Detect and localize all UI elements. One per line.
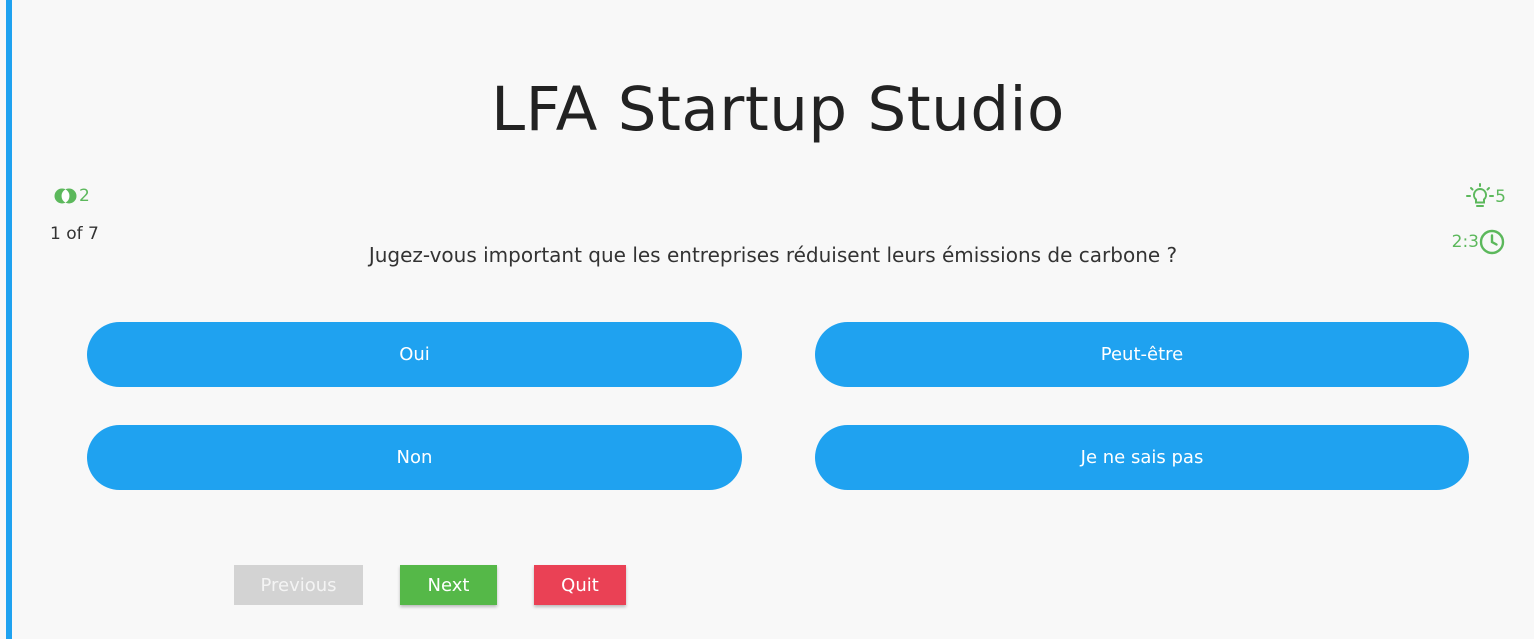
- lightbulb-icon: [1465, 183, 1495, 211]
- answer-option-je-ne-sais-pas[interactable]: Je ne sais pas: [815, 425, 1469, 490]
- quit-button[interactable]: Quit: [534, 565, 626, 605]
- answer-option-peut-etre[interactable]: Peut-être: [815, 322, 1469, 387]
- fifty-fifty-lifeline[interactable]: 2: [53, 186, 90, 206]
- question-progress: 1 of 7: [50, 224, 99, 244]
- quiz-page: LFA Startup Studio 2 1 of 7 5 2:3 Jugez-…: [0, 0, 1536, 639]
- hints-lifeline[interactable]: 5: [1465, 183, 1506, 211]
- previous-button[interactable]: Previous: [234, 565, 363, 605]
- answer-option-non[interactable]: Non: [87, 425, 742, 490]
- answer-option-oui[interactable]: Oui: [87, 322, 742, 387]
- question-text: Jugez-vous important que les entreprises…: [368, 243, 1178, 267]
- hints-count: 5: [1495, 187, 1506, 207]
- fifty-fifty-count: 2: [79, 186, 90, 206]
- page-title: LFA Startup Studio: [491, 74, 1065, 145]
- fifty-fifty-icon: [53, 186, 79, 206]
- next-button[interactable]: Next: [400, 565, 497, 605]
